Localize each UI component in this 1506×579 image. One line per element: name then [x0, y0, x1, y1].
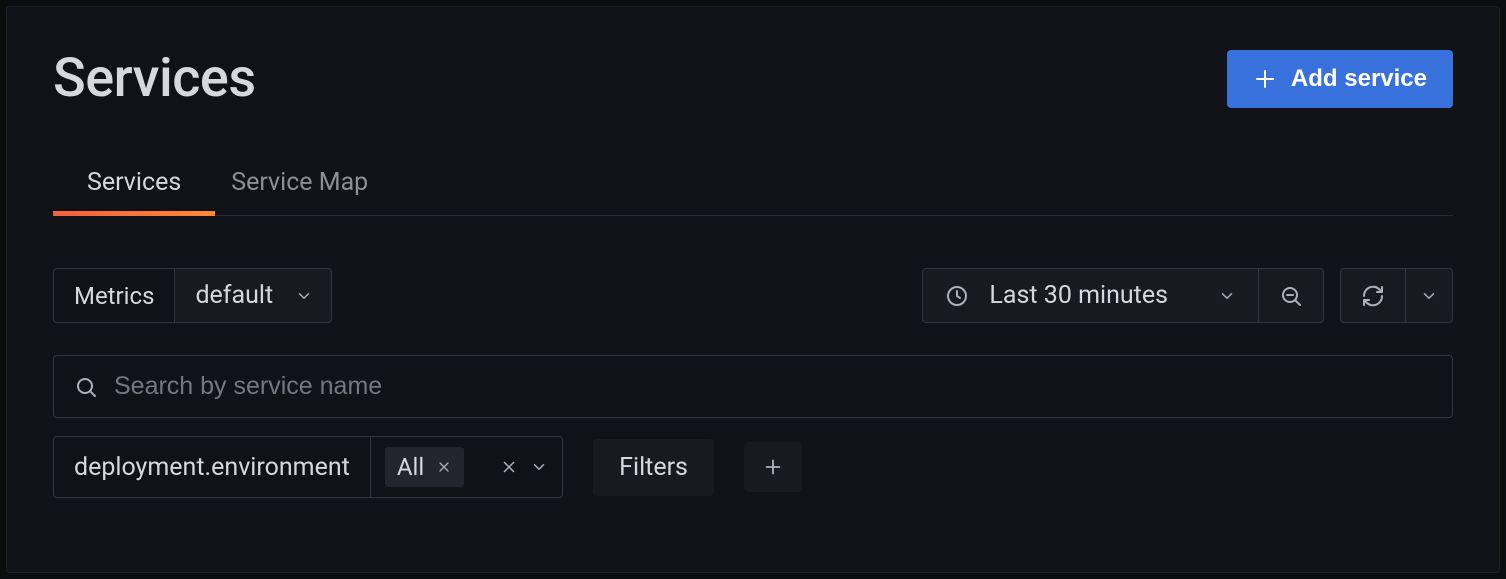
filter-value-area[interactable]: All [370, 437, 562, 497]
tab-service-map[interactable]: Service Map [231, 168, 368, 215]
chevron-down-icon[interactable] [530, 458, 548, 476]
filter-key-label: deployment.environment [54, 437, 370, 497]
refresh-group [1340, 268, 1453, 323]
filter-controls [500, 458, 548, 476]
chevron-down-icon [1420, 287, 1438, 305]
clock-icon [945, 284, 969, 308]
add-service-button[interactable]: Add service [1227, 50, 1453, 108]
add-filter-button[interactable] [744, 442, 802, 492]
search-input[interactable] [114, 372, 1432, 401]
time-range-label: Last 30 minutes [989, 281, 1168, 310]
tab-services[interactable]: Services [87, 168, 181, 215]
metrics-selector: Metrics default [53, 268, 332, 323]
environment-filter: deployment.environment All [53, 436, 563, 498]
filter-chip-label: All [397, 453, 424, 481]
add-service-label: Add service [1291, 65, 1427, 93]
tabs: Services Service Map [53, 168, 1453, 216]
zoom-out-icon [1279, 284, 1303, 308]
services-panel: Services Add service Services Service Ma… [6, 6, 1500, 573]
time-controls: Last 30 minutes [922, 268, 1453, 323]
filters-button[interactable]: Filters [593, 439, 714, 496]
zoom-out-button[interactable] [1258, 269, 1323, 322]
controls-row: Metrics default Last 30 minutes [53, 268, 1453, 323]
search-icon [74, 375, 98, 399]
close-icon[interactable] [436, 459, 452, 475]
time-range-group: Last 30 minutes [922, 268, 1324, 323]
plus-icon [762, 456, 784, 478]
clear-filter-button[interactable] [500, 458, 518, 476]
refresh-icon [1361, 284, 1385, 308]
page-title: Services [53, 47, 256, 110]
metrics-dropdown[interactable]: default [174, 268, 332, 323]
filter-row: deployment.environment All [53, 436, 1453, 498]
plus-icon [1253, 67, 1277, 91]
time-range-picker[interactable]: Last 30 minutes [923, 269, 1258, 322]
page-header: Services Add service [53, 47, 1453, 110]
metrics-value: default [195, 281, 273, 310]
chevron-down-icon [295, 287, 313, 305]
filter-chip-all[interactable]: All [385, 447, 464, 487]
chevron-down-icon [1218, 287, 1236, 305]
refresh-button[interactable] [1341, 269, 1405, 322]
refresh-interval-dropdown[interactable] [1405, 269, 1452, 322]
search-bar[interactable] [53, 355, 1453, 418]
metrics-label: Metrics [53, 268, 174, 323]
